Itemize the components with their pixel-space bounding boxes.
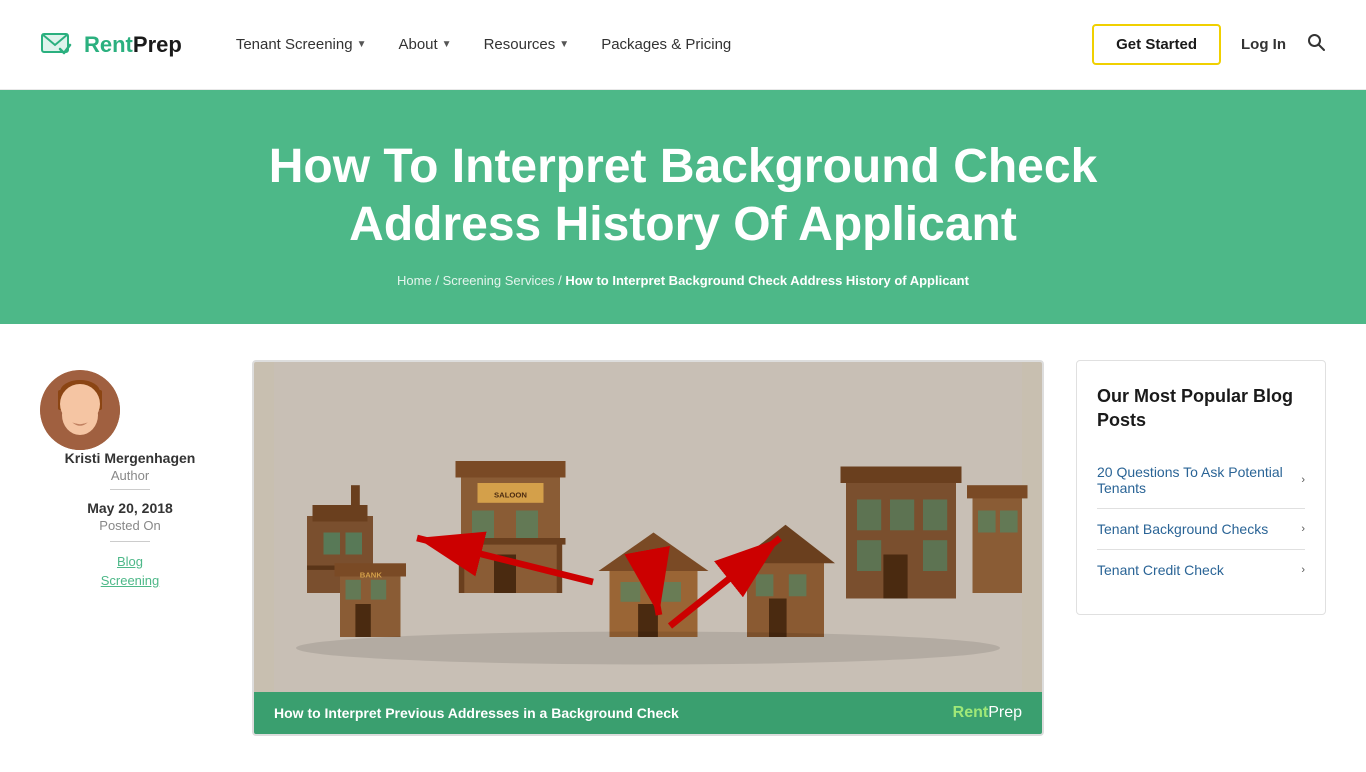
breadcrumb-home[interactable]: Home [397, 273, 432, 288]
site-header: RentPrep Tenant Screening ▼ About ▼ Reso… [0, 0, 1366, 90]
sidebar-link-background-checks[interactable]: Tenant Background Checks › [1097, 509, 1305, 550]
page-title: How To Interpret Background Check Addres… [193, 138, 1173, 253]
logo-text: RentPrep [84, 32, 182, 58]
search-button[interactable] [1306, 32, 1326, 57]
author-role: Author [40, 468, 220, 483]
author-sidebar: Kristi Mergenhagen Author May 20, 2018 P… [40, 360, 220, 592]
chevron-right-icon: › [1301, 564, 1305, 576]
svg-text:SALOON: SALOON [494, 490, 527, 499]
sidebar-link-questions[interactable]: 20 Questions To Ask Potential Tenants › [1097, 452, 1305, 509]
nav-tenant-screening[interactable]: Tenant Screening ▼ [222, 28, 381, 61]
logo[interactable]: RentPrep [40, 27, 182, 63]
tag-blog[interactable]: Blog [40, 554, 220, 569]
article-main: SALOON [252, 360, 1044, 736]
breadcrumb-current: How to Interpret Background Check Addres… [565, 273, 969, 288]
article-image-wrapper: SALOON [252, 360, 1044, 736]
right-sidebar: Our Most Popular Blog Posts 20 Questions… [1076, 360, 1326, 615]
image-caption: How to Interpret Previous Addresses in a… [254, 692, 1042, 734]
tag-screening[interactable]: Screening [40, 573, 220, 588]
author-posted-on: Posted On [40, 518, 220, 533]
author-divider [110, 489, 150, 490]
breadcrumb: Home / Screening Services / How to Inter… [40, 273, 1326, 288]
header-actions: Get Started Log In [1092, 24, 1326, 65]
breadcrumb-section[interactable]: Screening Services [443, 273, 555, 288]
chevron-down-icon: ▼ [442, 39, 452, 50]
get-started-button[interactable]: Get Started [1092, 24, 1221, 65]
chevron-right-icon: › [1301, 474, 1305, 486]
sidebar-widget-title: Our Most Popular Blog Posts [1097, 385, 1305, 432]
caption-logo: RentPrep [953, 704, 1022, 722]
caption-text: How to Interpret Previous Addresses in a… [274, 705, 679, 721]
author-divider-2 [110, 541, 150, 542]
chevron-right-icon: › [1301, 523, 1305, 535]
main-content: Kristi Mergenhagen Author May 20, 2018 P… [0, 324, 1366, 772]
logo-icon [40, 27, 76, 63]
login-button[interactable]: Log In [1241, 36, 1286, 53]
avatar [40, 370, 120, 450]
nav-about[interactable]: About ▼ [384, 28, 465, 61]
main-nav: Tenant Screening ▼ About ▼ Resources ▼ P… [222, 28, 1092, 61]
town-illustration: SALOON [254, 362, 1042, 692]
hero-banner: How To Interpret Background Check Addres… [0, 90, 1366, 324]
author-name: Kristi Mergenhagen [40, 450, 220, 466]
author-date: May 20, 2018 [40, 500, 220, 516]
nav-packages-pricing[interactable]: Packages & Pricing [587, 28, 745, 61]
nav-resources[interactable]: Resources ▼ [470, 28, 584, 61]
search-icon [1306, 32, 1326, 52]
chevron-down-icon: ▼ [357, 39, 367, 50]
sidebar-link-credit-check[interactable]: Tenant Credit Check › [1097, 550, 1305, 590]
chevron-down-icon: ▼ [559, 39, 569, 50]
article-image: SALOON [254, 362, 1042, 692]
svg-text:BANK: BANK [360, 571, 383, 580]
sidebar-widget: Our Most Popular Blog Posts 20 Questions… [1076, 360, 1326, 615]
